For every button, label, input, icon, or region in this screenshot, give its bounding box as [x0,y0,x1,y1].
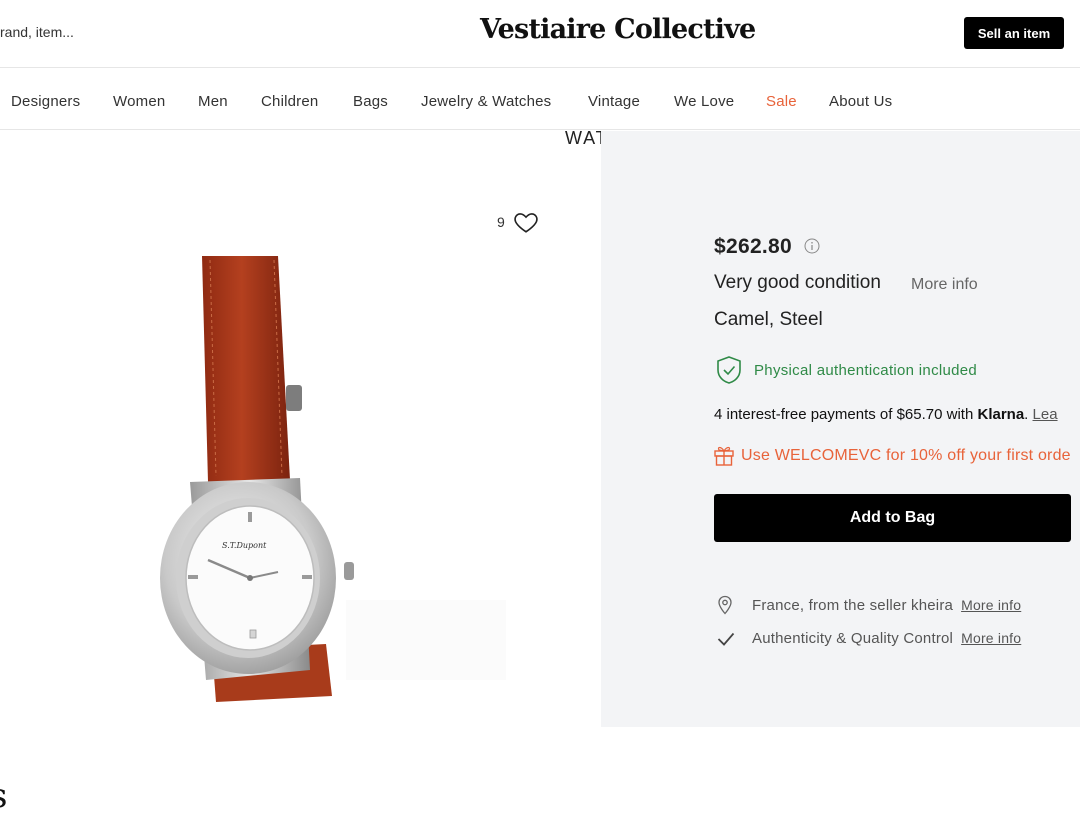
search-input[interactable]: rand, item... [0,24,74,40]
location-more-info-link[interactable]: More info [961,597,1021,613]
check-icon [717,632,735,646]
quality-more-info-link[interactable]: More info [961,630,1021,646]
klarna-payment-info: 4 interest-free payments of $65.70 with … [714,406,1058,423]
product-material: Camel, Steel [714,309,823,330]
nav-item-jewelry-watches[interactable]: Jewelry & Watches [421,93,551,110]
header: rand, item... Vestiaire Collective Sell … [0,0,1080,68]
nav-item-sale[interactable]: Sale [766,93,797,110]
section-heading-fragment: s [0,776,7,816]
quality-control-info: Authenticity & Quality Control More info [752,630,1021,647]
watch-brand-logo: S.T.Dupont [222,541,267,550]
klarna-prefix: 4 interest-free payments of $65.70 with [714,406,978,423]
product-image[interactable]: S.T.Dupont [150,250,510,710]
promo-code-banner: Use WELCOMEVC for 10% off your first ord… [741,447,1071,464]
condition-more-info-link[interactable]: More info [911,276,978,294]
nav-item-men[interactable]: Men [198,93,228,110]
shield-check-icon [717,356,741,384]
authentication-label: Physical authentication included [754,362,978,379]
nav-item-children[interactable]: Children [261,93,318,110]
nav-item-designers[interactable]: Designers [11,93,80,110]
add-to-bag-button[interactable]: Add to Bag [714,494,1071,542]
nav-item-vintage[interactable]: Vintage [588,93,640,110]
like-count: 9 [497,214,505,230]
gift-icon [714,446,734,466]
klarna-logo: Klarna [977,406,1025,423]
seller-location-label: France, from the seller kheira [752,597,954,614]
site-logo[interactable]: Vestiaire Collective [480,14,756,45]
location-pin-icon [718,595,732,615]
quality-control-label: Authenticity & Quality Control [752,630,954,647]
heart-icon[interactable] [513,209,539,235]
seller-location: France, from the seller kheira More info [752,597,1021,614]
product-condition: Very good condition [714,272,881,293]
product-price: $262.80 [714,235,793,258]
nav-item-women[interactable]: Women [113,93,165,110]
nav-item-about-us[interactable]: About Us [829,93,892,110]
product-page: rand, item... Vestiaire Collective Sell … [0,0,1080,816]
main-nav: Designers Women Men Children Bags Jewelr… [0,68,1080,130]
nav-item-we-love[interactable]: We Love [674,93,734,110]
info-icon[interactable] [804,238,820,254]
klarna-suffix: . [1024,406,1033,423]
sell-item-button[interactable]: Sell an item [964,17,1064,49]
nav-item-bags[interactable]: Bags [353,93,388,110]
klarna-learn-more-link[interactable]: Lea [1033,406,1058,423]
